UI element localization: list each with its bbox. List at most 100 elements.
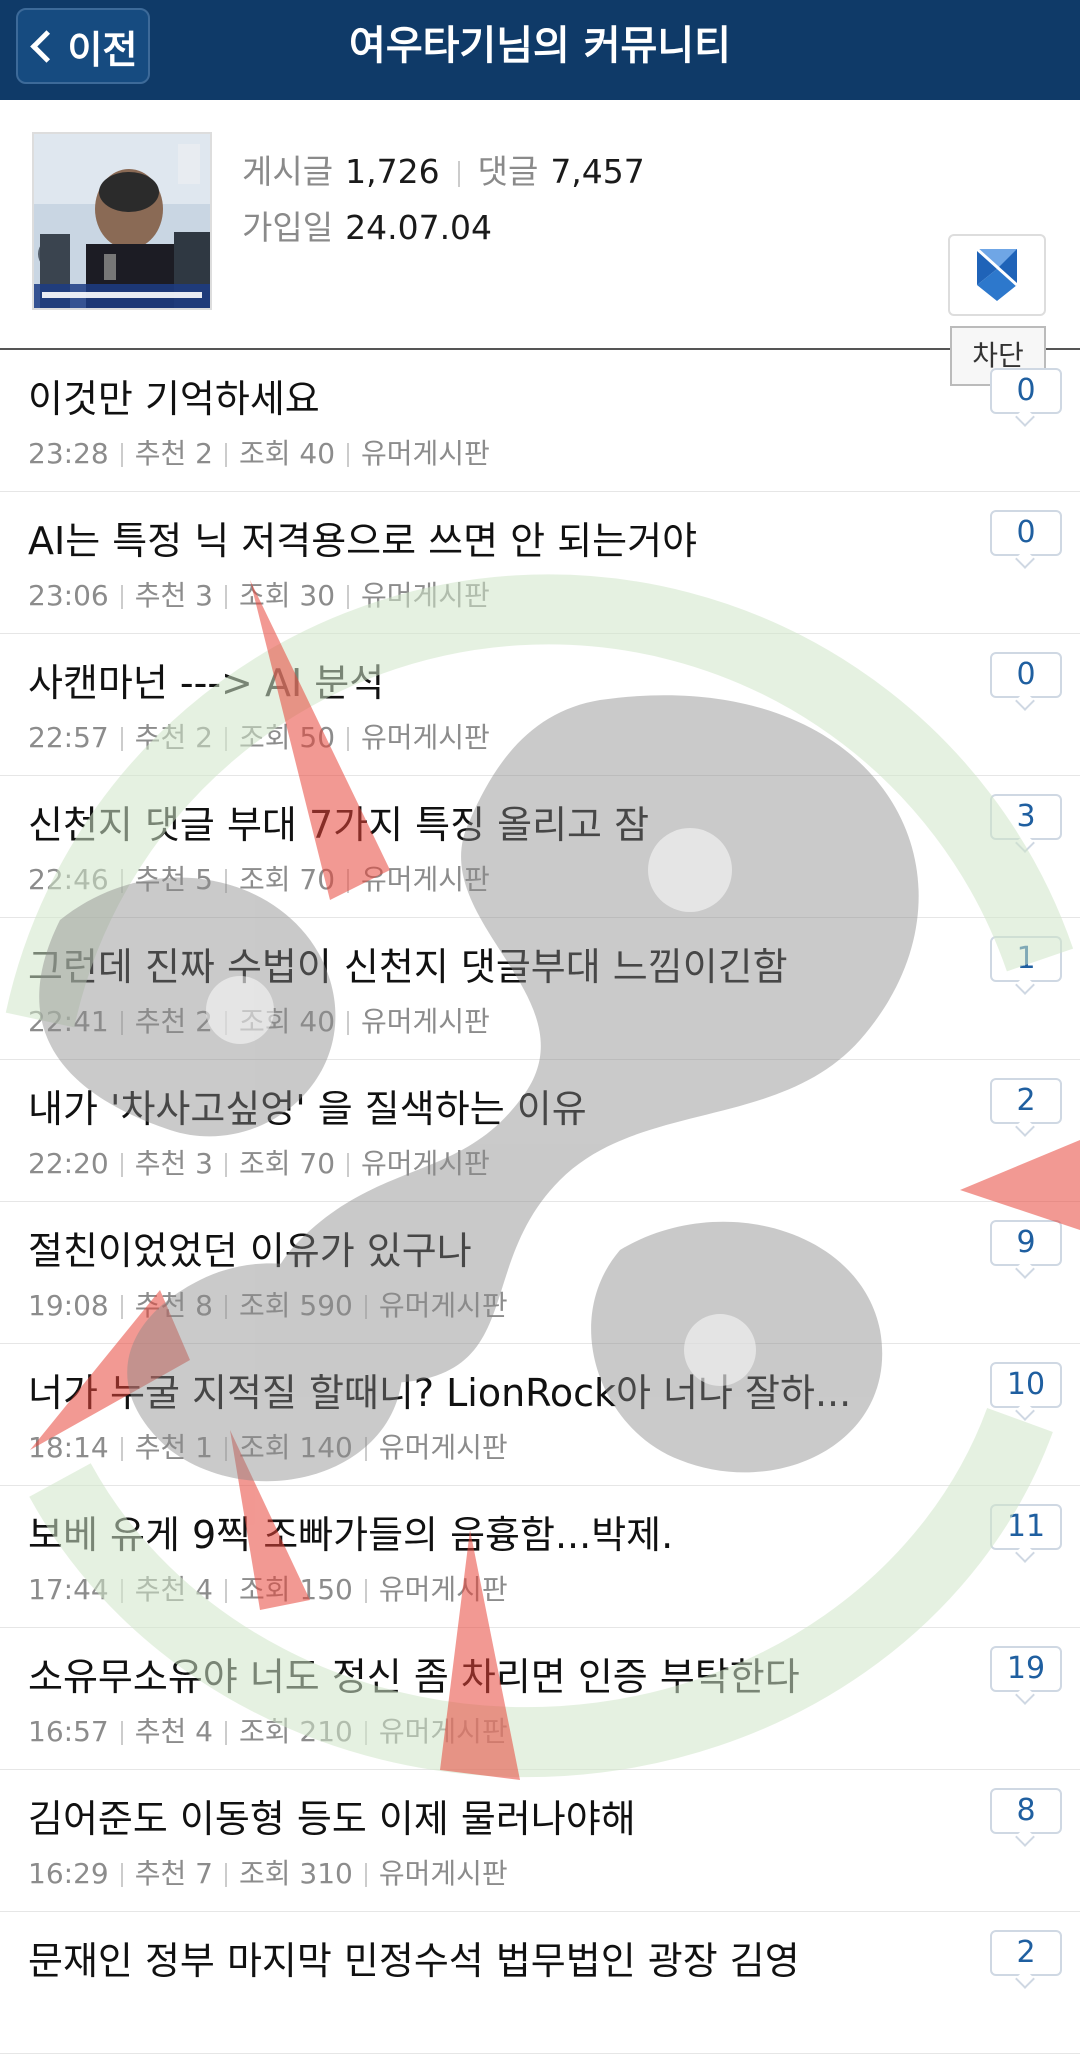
comment-count-badge[interactable]: 10 [990, 1362, 1062, 1408]
post-meta: 18:14 추천 1 조회 140 유머게시판 [28, 1426, 508, 1466]
post-recommend: 추천 3 [134, 1147, 213, 1180]
posts-count: 1,726 [345, 152, 440, 191]
post-recommend: 추천 4 [134, 1715, 213, 1748]
post-time: 16:29 [28, 1857, 109, 1890]
comment-count-badge[interactable]: 0 [990, 652, 1062, 698]
community-logo-icon [975, 247, 1019, 301]
page-title: 여우타기님의 커뮤니티 [349, 23, 731, 69]
post-views: 조회 140 [238, 1431, 353, 1464]
comment-count-badge[interactable]: 19 [990, 1646, 1062, 1692]
post-item[interactable]: AI는 특정 닉 저격용으로 쓰면 안 되는거야 23:06 추천 3 조회 30 유… [0, 492, 1080, 634]
post-meta: 22:57 추천 2 조회 50 유머게시판 [28, 716, 490, 756]
post-time: 19:08 [28, 1289, 109, 1322]
post-meta: 16:29 추천 7 조회 310 유머게시판 [28, 1852, 508, 1892]
post-board: 유머게시판 [378, 1573, 508, 1606]
post-board: 유머게시판 [361, 863, 490, 896]
comments-label: 댓글 [477, 152, 539, 191]
community-logo-button[interactable] [948, 234, 1046, 316]
comment-count-badge[interactable]: 2 [990, 1078, 1062, 1124]
post-item[interactable]: 이것만 기억하세요 23:28 추천 2 조회 40 유머게시판 0 [0, 350, 1080, 492]
post-views: 조회 310 [238, 1857, 353, 1890]
post-views: 조회 50 [238, 721, 336, 754]
post-item[interactable]: 그런데 진짜 수법이 신천지 댓글부대 느낌이긴함 22:41 추천 2 조회 40… [0, 918, 1080, 1060]
avatar-image [34, 134, 210, 308]
post-board: 유머게시판 [361, 1147, 490, 1180]
post-meta: 22:41 추천 2 조회 40 유머게시판 [28, 1000, 490, 1040]
post-views: 조회 70 [238, 863, 336, 896]
post-recommend: 추천 4 [134, 1573, 213, 1606]
post-recommend: 추천 5 [134, 863, 213, 896]
post-time: 23:06 [28, 579, 109, 612]
post-item[interactable]: 신천지 댓글 부대 7가지 특징 올리고 잠 22:46 추천 5 조회 70 유머게… [0, 776, 1080, 918]
post-time: 18:14 [28, 1431, 109, 1464]
comments-count: 7,457 [550, 152, 645, 191]
post-time: 23:28 [28, 437, 109, 470]
avatar[interactable] [32, 132, 212, 310]
post-item[interactable]: 소유무소유야 너도 정신 좀 차리면 인증 부탁한다 16:57 추천 4 조회 2… [0, 1628, 1080, 1770]
post-board: 유머게시판 [378, 1289, 508, 1322]
post-title[interactable]: 절친이었었던 이유가 있구나 [28, 1220, 928, 1275]
post-views: 조회 30 [238, 579, 336, 612]
post-recommend: 추천 3 [134, 579, 213, 612]
joined-date: 24.07.04 [345, 208, 493, 247]
post-board: 유머게시판 [361, 1005, 490, 1038]
comment-count-badge[interactable]: 8 [990, 1788, 1062, 1834]
comment-count-badge[interactable]: 3 [990, 794, 1062, 840]
post-views: 조회 150 [238, 1573, 353, 1606]
post-recommend: 추천 2 [134, 437, 213, 470]
post-item[interactable]: 내가 '차사고싶엉' 을 질색하는 이유 22:20 추천 3 조회 70 유머게시판… [0, 1060, 1080, 1202]
post-recommend: 추천 8 [134, 1289, 213, 1322]
post-board: 유머게시판 [361, 721, 490, 754]
post-board: 유머게시판 [378, 1715, 508, 1748]
comment-count-badge[interactable]: 0 [990, 368, 1062, 414]
post-title[interactable]: 이것만 기억하세요 [28, 368, 928, 423]
post-title[interactable]: AI는 특정 닉 저격용으로 쓰면 안 되는거야 [28, 510, 928, 565]
post-time: 16:57 [28, 1715, 109, 1748]
chevron-left-icon [29, 29, 63, 63]
post-meta: 23:06 추천 3 조회 30 유머게시판 [28, 574, 490, 614]
post-item[interactable]: 너가 누굴 지적질 할때니? LionRock아 너나 잘하... 18:14 추… [0, 1344, 1080, 1486]
joined-label: 가입일 [242, 208, 334, 247]
comment-count-badge[interactable]: 2 [990, 1930, 1062, 1976]
posts-label: 게시글 [242, 152, 334, 191]
post-time: 22:46 [28, 863, 109, 896]
post-recommend: 추천 7 [134, 1857, 213, 1890]
post-item[interactable]: 사캔마넌 ---> AI 분석 22:57 추천 2 조회 50 유머게시판 0 [0, 634, 1080, 776]
post-title[interactable]: 신천지 댓글 부대 7가지 특징 올리고 잠 [28, 794, 928, 849]
post-title[interactable]: 보베 유게 9찍 조빠가들의 음흉함...박제. [28, 1504, 928, 1559]
post-views: 조회 40 [238, 437, 336, 470]
post-recommend: 추천 2 [134, 721, 213, 754]
post-list: 이것만 기억하세요 23:28 추천 2 조회 40 유머게시판 0 AI는 특정 닉… [0, 350, 1080, 2054]
comment-count-badge[interactable]: 1 [990, 936, 1062, 982]
post-board: 유머게시판 [378, 1431, 508, 1464]
post-title[interactable]: 소유무소유야 너도 정신 좀 차리면 인증 부탁한다 [28, 1646, 928, 1701]
post-recommend: 추천 1 [134, 1431, 213, 1464]
post-time: 22:20 [28, 1147, 109, 1180]
post-meta: 19:08 추천 8 조회 590 유머게시판 [28, 1284, 508, 1324]
comment-count-badge[interactable]: 0 [990, 510, 1062, 556]
comment-count-badge[interactable]: 9 [990, 1220, 1062, 1266]
post-views: 조회 40 [238, 1005, 336, 1038]
post-title[interactable]: 내가 '차사고싶엉' 을 질색하는 이유 [28, 1078, 928, 1133]
post-board: 유머게시판 [378, 1857, 508, 1890]
back-button[interactable]: 이전 [16, 8, 150, 84]
post-title[interactable]: 김어준도 이동형 등도 이제 물러나야해 [28, 1788, 928, 1843]
post-meta: 16:57 추천 4 조회 210 유머게시판 [28, 1710, 508, 1750]
post-views: 조회 590 [238, 1289, 353, 1322]
post-item[interactable]: 문재인 정부 마지막 민정수석 법무법인 광장 김영 2 [0, 1912, 1080, 2054]
post-item[interactable]: 절친이었었던 이유가 있구나 19:08 추천 8 조회 590 유머게시판 9 [0, 1202, 1080, 1344]
post-title[interactable]: 문재인 정부 마지막 민정수석 법무법인 광장 김영 [28, 1930, 928, 1985]
post-item[interactable]: 김어준도 이동형 등도 이제 물러나야해 16:29 추천 7 조회 310 유머게시… [0, 1770, 1080, 1912]
post-meta: 17:44 추천 4 조회 150 유머게시판 [28, 1568, 508, 1608]
profile-panel: 게시글 1,726 댓글 7,457 가입일 24.07.04 차단 [0, 100, 1080, 386]
comment-count-badge[interactable]: 11 [990, 1504, 1062, 1550]
post-views: 조회 70 [238, 1147, 336, 1180]
post-title[interactable]: 사캔마넌 ---> AI 분석 [28, 652, 928, 707]
post-title[interactable]: 그런데 진짜 수법이 신천지 댓글부대 느낌이긴함 [28, 936, 928, 991]
post-item[interactable]: 보베 유게 9찍 조빠가들의 음흉함...박제. 17:44 추천 4 조회 150… [0, 1486, 1080, 1628]
post-board: 유머게시판 [361, 437, 490, 470]
post-time: 22:57 [28, 721, 109, 754]
profile-stats: 게시글 1,726 댓글 7,457 가입일 24.07.04 [242, 144, 645, 256]
post-recommend: 추천 2 [134, 1005, 213, 1038]
post-title[interactable]: 너가 누굴 지적질 할때니? LionRock아 너나 잘하... [28, 1362, 928, 1417]
